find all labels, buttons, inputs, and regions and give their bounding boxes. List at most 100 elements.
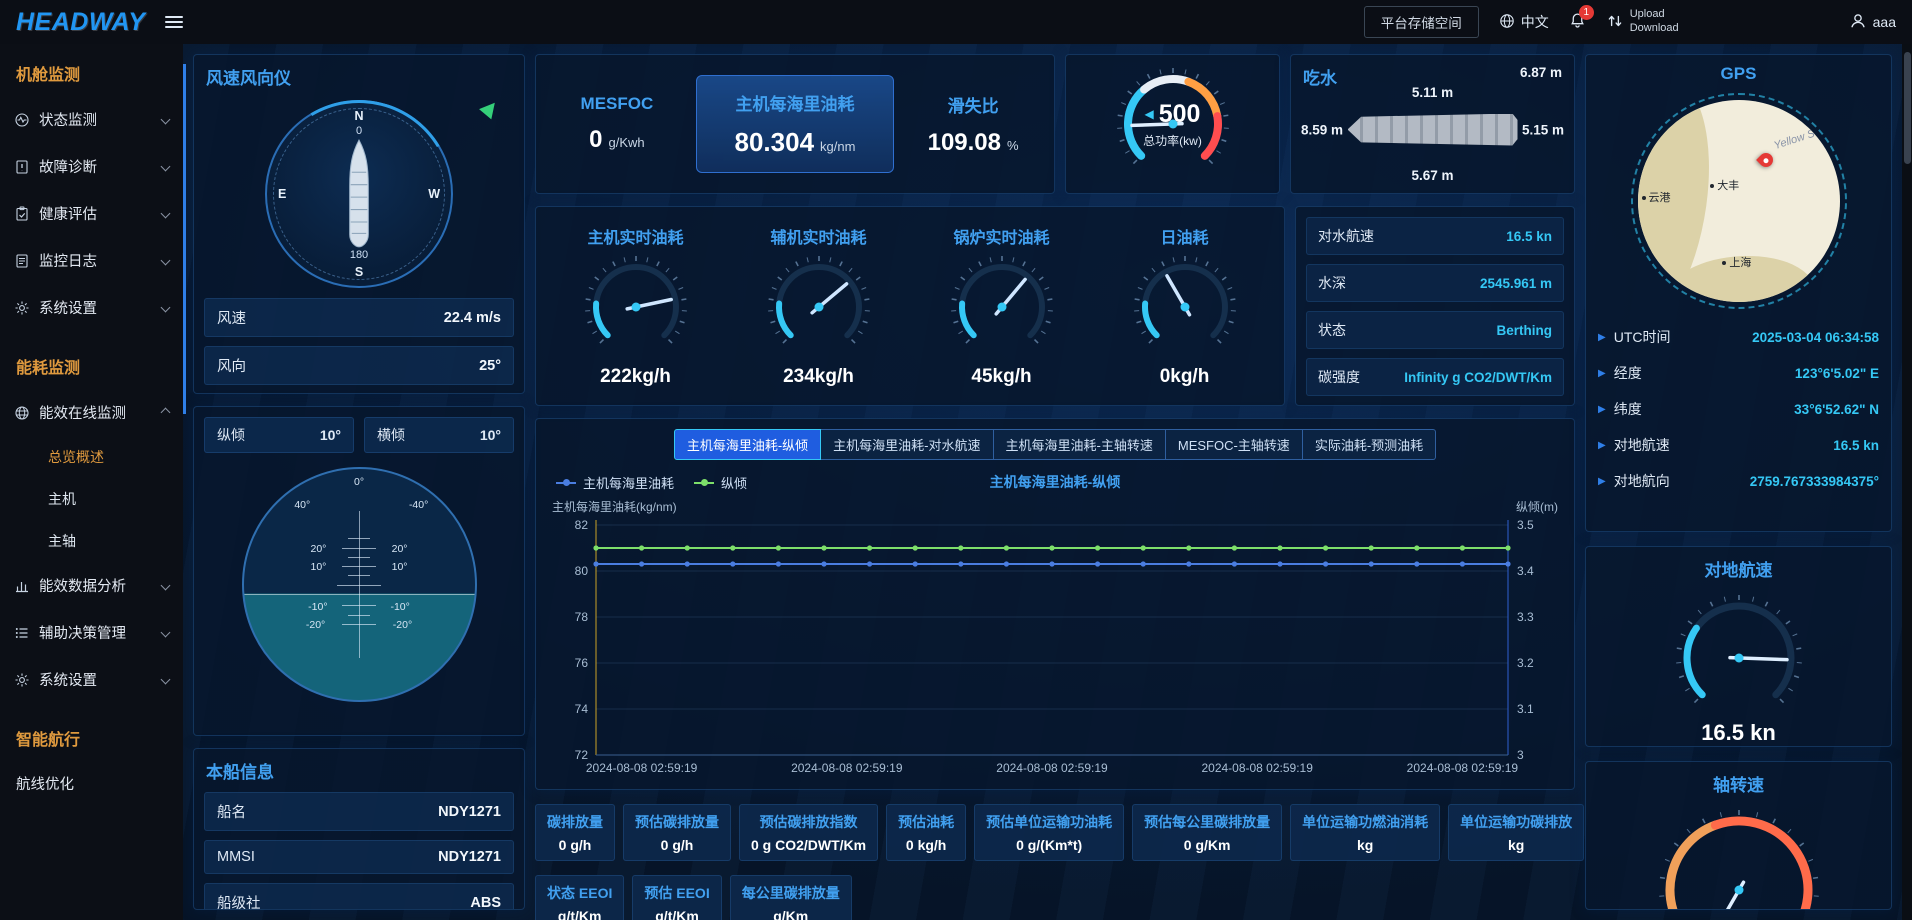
card-value: 0 g/(Km*t) xyxy=(986,837,1112,853)
sidebar-item-energy-data-analysis[interactable]: 能效数据分析 xyxy=(0,562,183,609)
sidebar-item-label: 健康评估 xyxy=(39,203,97,224)
fuel-gauges-panel: 主机实时油耗 222kg/h 辅机实时油耗 234kg/h 锅炉实时油耗 xyxy=(535,206,1285,406)
chevron-down-icon xyxy=(161,581,171,591)
chart-tab-shaft-speed[interactable]: 主机每海里油耗-主轴转速 xyxy=(994,429,1166,460)
chart-plot-area[interactable]: 8280787674723.53.43.33.23.132024-08-08 0… xyxy=(550,515,1560,779)
sidebar-accent-line xyxy=(183,64,186,414)
wind-speed-value: 22.4 m/s xyxy=(444,310,501,326)
gauge-title: 辅机实时油耗 xyxy=(770,224,866,248)
sidebar-item-fault-diagnosis[interactable]: 故障诊断 xyxy=(0,143,183,190)
card-value: g/t/Km xyxy=(547,908,612,920)
mesfoc-unit: g/Kwh xyxy=(609,135,645,150)
scrollbar-thumb[interactable] xyxy=(1904,52,1911,164)
sidebar-item-status-monitoring[interactable]: 状态监测 xyxy=(0,96,183,143)
inclinometer-panel: 纵倾 10° 横倾 10° xyxy=(193,406,525,736)
chart-tab-mesfoc-shaft[interactable]: MESFOC-主轴转速 xyxy=(1166,429,1303,460)
gauge-title: 锅炉实时油耗 xyxy=(953,224,1049,248)
draft-panel: 吃水 6.87 m 5.11 m 8.59 m 5.15 m 5.67 m xyxy=(1290,54,1575,194)
ship-outline-graphic xyxy=(338,137,380,251)
card-title: 预估单位运输功油耗 xyxy=(986,812,1112,832)
nav-info-panel: 对水航速 16.5 kn 水深 2545.961 m 状态 Berthing xyxy=(1295,206,1575,406)
sidebar-item-decision-management[interactable]: 辅助决策管理 xyxy=(0,609,183,656)
sidebar-item-route-optimization[interactable]: 航线优化 xyxy=(0,761,183,806)
incline-scale-label: -20° xyxy=(306,619,325,631)
gps-map[interactable]: Yellow Sea 云港 大丰 上海 xyxy=(1631,93,1847,309)
card-value: g/Km xyxy=(742,908,840,920)
gauge-title: 日油耗 xyxy=(1160,224,1208,248)
sidebar-item-system-settings-2[interactable]: 系统设置 xyxy=(0,656,183,703)
compass-180-label: 180 xyxy=(350,249,368,261)
chart-tab-trim[interactable]: 主机每海里油耗-纵倾 xyxy=(674,429,821,460)
shaft-gauge-dial xyxy=(1654,805,1824,909)
carbon-intensity-label: 碳强度 xyxy=(1318,367,1360,387)
aux-engine-fuel-gauge: 辅机实时油耗 234kg/h xyxy=(763,224,875,388)
trim-label: 纵倾 xyxy=(217,425,245,445)
incline-scale-left-top: 40° xyxy=(294,499,310,511)
card-title: 单位运输功碳排放 xyxy=(1460,812,1572,832)
stat-cards-row-1: 碳排放量0 g/h 预估碳排放量0 g/h 预估碳排放指数0 g CO2/DWT… xyxy=(535,804,1575,861)
chevron-down-icon xyxy=(161,303,171,313)
mmsi-row: MMSI NDY1271 xyxy=(204,840,514,874)
sog-row: ▶ 对地航速 16.5 kn xyxy=(1586,427,1891,463)
stat-card-est-fuel: 预估油耗0 kg/h xyxy=(886,804,966,861)
menu-icon[interactable] xyxy=(165,16,183,28)
inclinometer-tick xyxy=(348,575,370,576)
page-scrollbar[interactable] xyxy=(1902,44,1912,920)
carbon-intensity-row: 碳强度 Infinity g CO2/DWT/Km xyxy=(1306,358,1564,396)
chart-tab-water-speed[interactable]: 主机每海里油耗-对水航速 xyxy=(821,429,993,460)
compass-graphic: N 0 E W 180 S xyxy=(265,100,453,288)
mesfoc-label: MESFOC xyxy=(546,94,688,114)
card-title: 预估每公里碳排放量 xyxy=(1144,812,1270,832)
card-title: 碳排放量 xyxy=(547,812,603,832)
draft-ship-graphic xyxy=(1348,114,1518,146)
trim-chip: 纵倾 10° xyxy=(204,417,354,453)
storage-space-button[interactable]: 平台存储空间 xyxy=(1364,6,1479,38)
stat-card-est-unit-transport-fuel: 预估单位运输功油耗 0 g/(Km*t) xyxy=(974,804,1124,861)
sidebar-item-label: 辅助决策管理 xyxy=(39,622,126,643)
chart-axis-labels: 主机每海里油耗(kg/nm) 纵倾(m) xyxy=(550,494,1560,515)
trim-value: 10° xyxy=(320,427,341,443)
upload-label: Upload xyxy=(1630,8,1679,22)
incline-scale-label: 20° xyxy=(392,543,408,555)
incline-scale-label: -10° xyxy=(390,601,409,613)
sidebar-item-energy-online-monitoring[interactable]: 能效在线监测 xyxy=(0,389,183,436)
sidebar: 机舱监测 状态监测 故障诊断 健康评估 监控日志 xyxy=(0,44,183,920)
transfer-menu[interactable]: Upload Download xyxy=(1606,8,1679,36)
user-icon xyxy=(1849,12,1867,33)
ship-info-title: 本船信息 xyxy=(194,749,524,792)
sidebar-item-system-settings-1[interactable]: 系统设置 xyxy=(0,284,183,331)
longitude-value: 123°6'5.02" E xyxy=(1795,366,1879,381)
wind-direction-arrow-icon xyxy=(479,98,501,120)
mmsi-label: MMSI xyxy=(217,849,255,865)
gear-icon xyxy=(14,300,30,316)
user-menu[interactable]: aaa xyxy=(1849,12,1896,33)
class-society-row: 船级社 ABS xyxy=(204,883,514,910)
language-switch[interactable]: 中文 xyxy=(1499,12,1549,32)
shaft-speed-panel: 轴转速 xyxy=(1585,761,1892,910)
ship-name-value: NDY1271 xyxy=(438,804,501,820)
top-bar: HEADWAY 平台存储空间 中文 1 Upload xyxy=(0,0,1912,44)
notification-badge: 1 xyxy=(1579,5,1594,20)
mesfoc-value: 0 xyxy=(589,126,602,153)
map-city-label: 云港 xyxy=(1642,189,1671,205)
gear-icon xyxy=(14,672,30,688)
chart-tab-actual-vs-predicted[interactable]: 实际油耗-预测油耗 xyxy=(1303,429,1436,460)
chart-tabs: 主机每海里油耗-纵倾 主机每海里油耗-对水航速 主机每海里油耗-主轴转速 MES… xyxy=(550,429,1560,460)
data-analysis-icon xyxy=(14,578,30,594)
health-assessment-icon xyxy=(14,206,30,222)
total-power-gauge: ◀ 500 总功率(kw) xyxy=(1112,63,1234,185)
sidebar-subitem-overview[interactable]: 总览概述 xyxy=(0,436,183,478)
sidebar-subitem-main-shaft[interactable]: 主轴 xyxy=(0,520,183,562)
heel-value: 10° xyxy=(480,427,501,443)
sidebar-subitem-main-engine[interactable]: 主机 xyxy=(0,478,183,520)
svg-text:3.2: 3.2 xyxy=(1517,656,1534,670)
card-value: kg xyxy=(1460,837,1572,853)
gauge-value: 234kg/h xyxy=(783,366,854,388)
water-depth-row: 水深 2545.961 m xyxy=(1306,264,1564,302)
sidebar-section-engine-room: 机舱监测 xyxy=(0,50,183,96)
notifications-button[interactable]: 1 xyxy=(1569,12,1586,32)
sidebar-item-monitor-log[interactable]: 监控日志 xyxy=(0,237,183,284)
card-title: 预估碳排放指数 xyxy=(751,812,866,832)
sidebar-item-label: 监控日志 xyxy=(39,250,97,271)
sidebar-item-health-assessment[interactable]: 健康评估 xyxy=(0,190,183,237)
